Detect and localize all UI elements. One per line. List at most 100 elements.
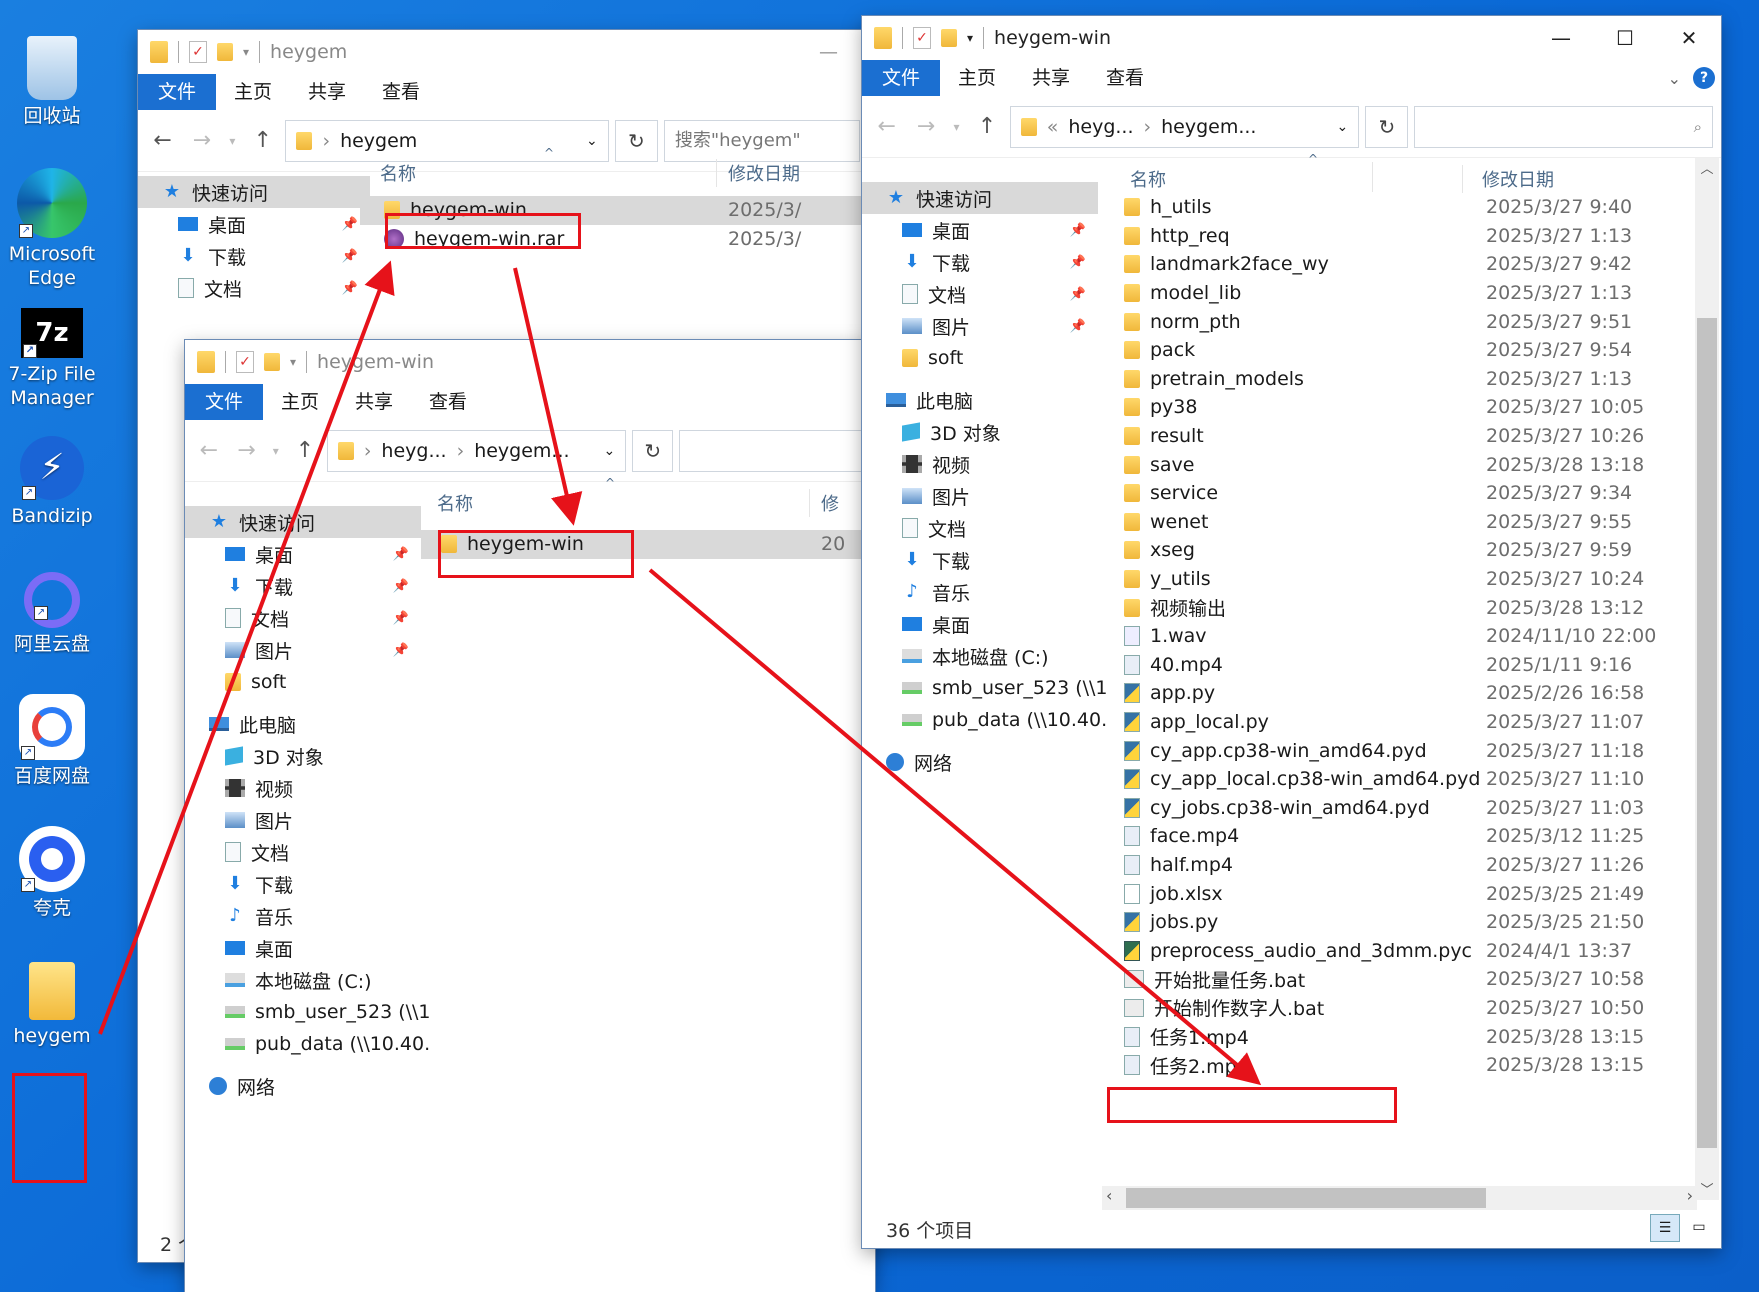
help-icon[interactable]: ?: [1693, 67, 1715, 89]
properties-icon[interactable]: ✓: [913, 27, 931, 49]
nav-pictures[interactable]: 图片 📌: [862, 310, 1098, 342]
nav-documents-pc[interactable]: 文档: [185, 836, 421, 868]
tab-file[interactable]: 文件: [862, 60, 941, 96]
nav-3d-objects[interactable]: 3D 对象: [862, 416, 1098, 448]
nav-network[interactable]: 网络: [862, 746, 1098, 778]
address-bar[interactable]: « heyg... › heygem... ⌄: [1009, 105, 1360, 148]
nav-desktop[interactable]: 桌面 📌: [185, 538, 421, 570]
nav-music[interactable]: ♪ 音乐: [862, 576, 1098, 608]
up-arrow-icon[interactable]: ↑: [246, 128, 279, 153]
breadcrumb-current[interactable]: heygem...: [1161, 116, 1256, 138]
refresh-button[interactable]: ↻: [1365, 105, 1409, 148]
list-item[interactable]: jobs.py 2025/3/25 21:50: [1102, 908, 1682, 937]
list-item[interactable]: 开始制作数字人.bat 2025/3/27 10:50: [1102, 994, 1682, 1023]
back-arrow-icon[interactable]: ←: [146, 128, 179, 153]
large-icons-view-icon[interactable]: ▭: [1684, 1214, 1714, 1242]
minimize-button[interactable]: —: [819, 41, 838, 63]
list-item[interactable]: app_local.py 2025/3/27 11:07: [1102, 708, 1682, 737]
close-button[interactable]: ✕: [1657, 16, 1721, 60]
scroll-down-icon[interactable]: ﹀: [1695, 1179, 1719, 1198]
address-bar[interactable]: › heyg... › heygem... ⌄: [326, 429, 627, 472]
nav-smb-drive[interactable]: smb_user_523 (\\1: [185, 996, 431, 1028]
list-item[interactable]: preprocess_audio_and_3dmm.pyc 2024/4/1 13…: [1102, 936, 1682, 965]
nav-videos[interactable]: 视频: [185, 772, 421, 804]
tab-home[interactable]: 主页: [940, 60, 1014, 96]
tab-home[interactable]: 主页: [216, 74, 290, 110]
desktop-icon-heygem[interactable]: heygem: [4, 962, 100, 1048]
new-folder-icon[interactable]: [941, 29, 957, 47]
list-item[interactable]: model_lib 2025/3/27 1:13: [1102, 279, 1682, 308]
column-header-date[interactable]: 修改日期: [728, 160, 800, 186]
chevron-down-icon[interactable]: ⌄: [1337, 119, 1349, 135]
scroll-left-icon[interactable]: ‹: [1106, 1186, 1112, 1205]
nav-downloads-pc[interactable]: ⬇ 下载: [185, 868, 421, 900]
list-item[interactable]: norm_pth 2025/3/27 9:51: [1102, 307, 1682, 336]
search-input[interactable]: 搜索"heygem": [663, 119, 861, 162]
tab-file[interactable]: 文件: [138, 74, 217, 110]
tab-view[interactable]: 查看: [1088, 60, 1162, 96]
forward-arrow-icon[interactable]: →: [909, 114, 942, 139]
nav-pictures-pc[interactable]: 图片: [185, 804, 421, 836]
nav-soft[interactable]: soft: [185, 666, 421, 698]
list-item[interactable]: 1.wav 2024/11/10 22:00: [1102, 622, 1682, 651]
list-item[interactable]: landmark2face_wy 2025/3/27 9:42: [1102, 250, 1682, 279]
list-item[interactable]: cy_app_local.cp38-win_amd64.pyd 2025/3/27…: [1102, 765, 1682, 794]
nav-documents[interactable]: 文档 📌: [862, 278, 1098, 310]
nav-quick-access[interactable]: ★ 快速访问: [138, 176, 370, 208]
scroll-up-icon[interactable]: ︿: [1695, 158, 1719, 177]
nav-pictures[interactable]: 图片 📌: [185, 634, 421, 666]
list-item[interactable]: heygem-win.rar 2025/3/: [360, 225, 868, 254]
nav-music[interactable]: ♪ 音乐: [185, 900, 421, 932]
column-header-name[interactable]: 名称: [1130, 166, 1166, 192]
desktop-icon-baidu[interactable]: ↗ 百度网盘: [4, 694, 100, 788]
recent-chevron-icon[interactable]: ▾: [225, 134, 241, 148]
tab-share[interactable]: 共享: [290, 74, 364, 110]
list-item[interactable]: result 2025/3/27 10:26: [1102, 422, 1682, 451]
list-item[interactable]: heygem-win 20: [421, 530, 875, 559]
nav-local-disk[interactable]: 本地磁盘 (C:): [862, 640, 1098, 672]
search-icon[interactable]: ⌕: [1694, 118, 1702, 136]
back-arrow-icon[interactable]: ←: [193, 438, 225, 463]
desktop-icon-aliyun[interactable]: ↗ 阿里云盘: [4, 566, 100, 656]
list-item[interactable]: face.mp4 2025/3/12 11:25: [1102, 822, 1682, 851]
tab-view[interactable]: 查看: [411, 384, 485, 420]
scrollbar-thumb[interactable]: [1126, 1188, 1486, 1208]
nav-documents-pc[interactable]: 文档: [862, 512, 1098, 544]
horizontal-scrollbar[interactable]: ‹ ›: [1102, 1186, 1697, 1210]
nav-desktop[interactable]: 桌面 📌: [862, 214, 1098, 246]
chevron-down-icon[interactable]: ⌄: [603, 443, 615, 459]
recent-chevron-icon[interactable]: ▾: [268, 444, 283, 458]
up-arrow-icon[interactable]: ↑: [289, 438, 321, 463]
nav-documents[interactable]: 文档 📌: [138, 272, 370, 304]
column-header-name[interactable]: 名称: [437, 490, 473, 516]
list-item[interactable]: py38 2025/3/27 10:05: [1102, 393, 1682, 422]
list-item[interactable]: pack 2025/3/27 9:54: [1102, 336, 1682, 365]
search-input[interactable]: [679, 429, 867, 472]
nav-this-pc[interactable]: 此电脑: [185, 708, 421, 740]
tab-view[interactable]: 查看: [364, 74, 438, 110]
vertical-scrollbar[interactable]: ︿ ﹀: [1695, 158, 1719, 1200]
nav-desktop-pc[interactable]: 桌面: [862, 608, 1098, 640]
nav-downloads[interactable]: ⬇ 下载 📌: [862, 246, 1098, 278]
refresh-button[interactable]: ↻: [614, 119, 658, 162]
search-input[interactable]: ⌕: [1414, 105, 1713, 148]
forward-arrow-icon[interactable]: →: [231, 438, 263, 463]
list-item[interactable]: 40.mp4 2025/1/11 9:16: [1102, 651, 1682, 680]
list-item[interactable]: heygem-win 2025/3/: [360, 196, 868, 225]
nav-pictures-pc[interactable]: 图片: [862, 480, 1098, 512]
tab-share[interactable]: 共享: [337, 384, 411, 420]
tab-share[interactable]: 共享: [1014, 60, 1088, 96]
nav-desktop-pc[interactable]: 桌面: [185, 932, 421, 964]
nav-network[interactable]: 网络: [185, 1070, 421, 1102]
nav-pub-data-drive[interactable]: pub_data (\\10.40.: [185, 1028, 430, 1060]
properties-icon[interactable]: ✓: [236, 351, 254, 373]
breadcrumb-overflow[interactable]: «: [1047, 116, 1059, 138]
nav-downloads[interactable]: ⬇ 下载 📌: [138, 240, 370, 272]
address-bar[interactable]: › heygem ⌄: [285, 119, 609, 162]
forward-arrow-icon[interactable]: →: [185, 128, 218, 153]
nav-downloads[interactable]: ⬇ 下载 📌: [185, 570, 421, 602]
tab-file[interactable]: 文件: [185, 384, 264, 420]
recent-chevron-icon[interactable]: ▾: [949, 120, 965, 134]
list-item[interactable]: 开始批量任务.bat 2025/3/27 10:58: [1102, 965, 1682, 994]
list-item[interactable]: h_utils 2025/3/27 9:40: [1102, 193, 1682, 222]
